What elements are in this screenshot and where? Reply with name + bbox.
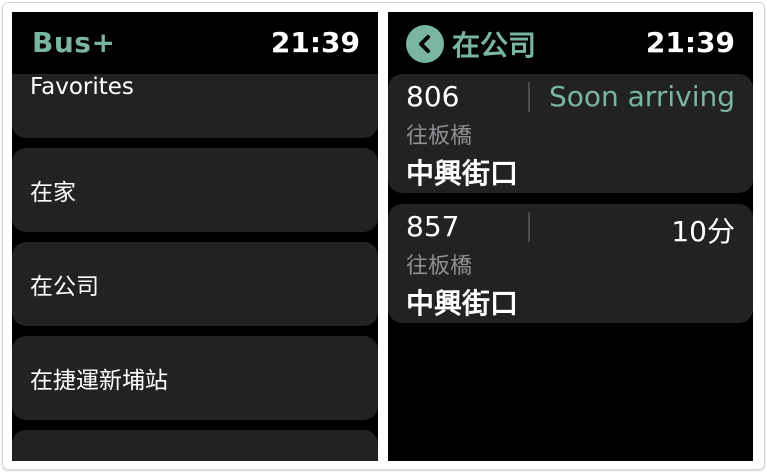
divider bbox=[528, 212, 530, 242]
clock: 21:39 bbox=[270, 26, 360, 59]
route-number: 857 bbox=[406, 210, 460, 243]
back-label: 在公司 bbox=[452, 29, 537, 62]
direction-label: 往板橋 bbox=[406, 254, 473, 279]
status-bar: Bus+ 21:39 bbox=[12, 12, 378, 74]
favorite-item-partial[interactable] bbox=[12, 430, 378, 461]
watch-screen-arrivals: 在公司 21:39 806 Soon arriving 往板橋 中興街口 857… bbox=[388, 12, 753, 461]
favorite-item-company[interactable]: 在公司 bbox=[12, 242, 378, 326]
arrival-card-806[interactable]: 806 Soon arriving 往板橋 中興街口 bbox=[388, 74, 753, 193]
chevron-left-circle-icon bbox=[406, 25, 444, 63]
watch-screen-favorites: Favorites 在家 在公司 在捷運新埔站 Bus+ 21:39 bbox=[12, 12, 378, 461]
favorite-item-home[interactable]: 在家 bbox=[12, 148, 378, 232]
divider bbox=[528, 82, 530, 112]
arrival-card-857[interactable]: 857 10分 往板橋 中興街口 bbox=[388, 204, 753, 323]
back-button[interactable]: 在公司 bbox=[406, 25, 537, 63]
route-number: 806 bbox=[406, 80, 460, 113]
clock: 21:39 bbox=[645, 26, 735, 59]
stop-name: 中興街口 bbox=[406, 157, 519, 190]
favorite-item-label: 在捷運新埔站 bbox=[30, 368, 168, 394]
direction-label: 往板橋 bbox=[406, 124, 473, 149]
eta-time: 10分 bbox=[671, 215, 735, 248]
favorites-header-label: Favorites bbox=[30, 74, 134, 100]
favorite-item-label: 在公司 bbox=[30, 274, 99, 300]
favorite-item-label: 在家 bbox=[30, 180, 76, 206]
app-title: Bus+ bbox=[32, 26, 116, 59]
eta-status: Soon arriving bbox=[548, 80, 735, 113]
favorite-item-mrt-station[interactable]: 在捷運新埔站 bbox=[12, 336, 378, 420]
status-bar: 在公司 21:39 bbox=[388, 12, 753, 74]
stop-name: 中興街口 bbox=[406, 287, 519, 320]
